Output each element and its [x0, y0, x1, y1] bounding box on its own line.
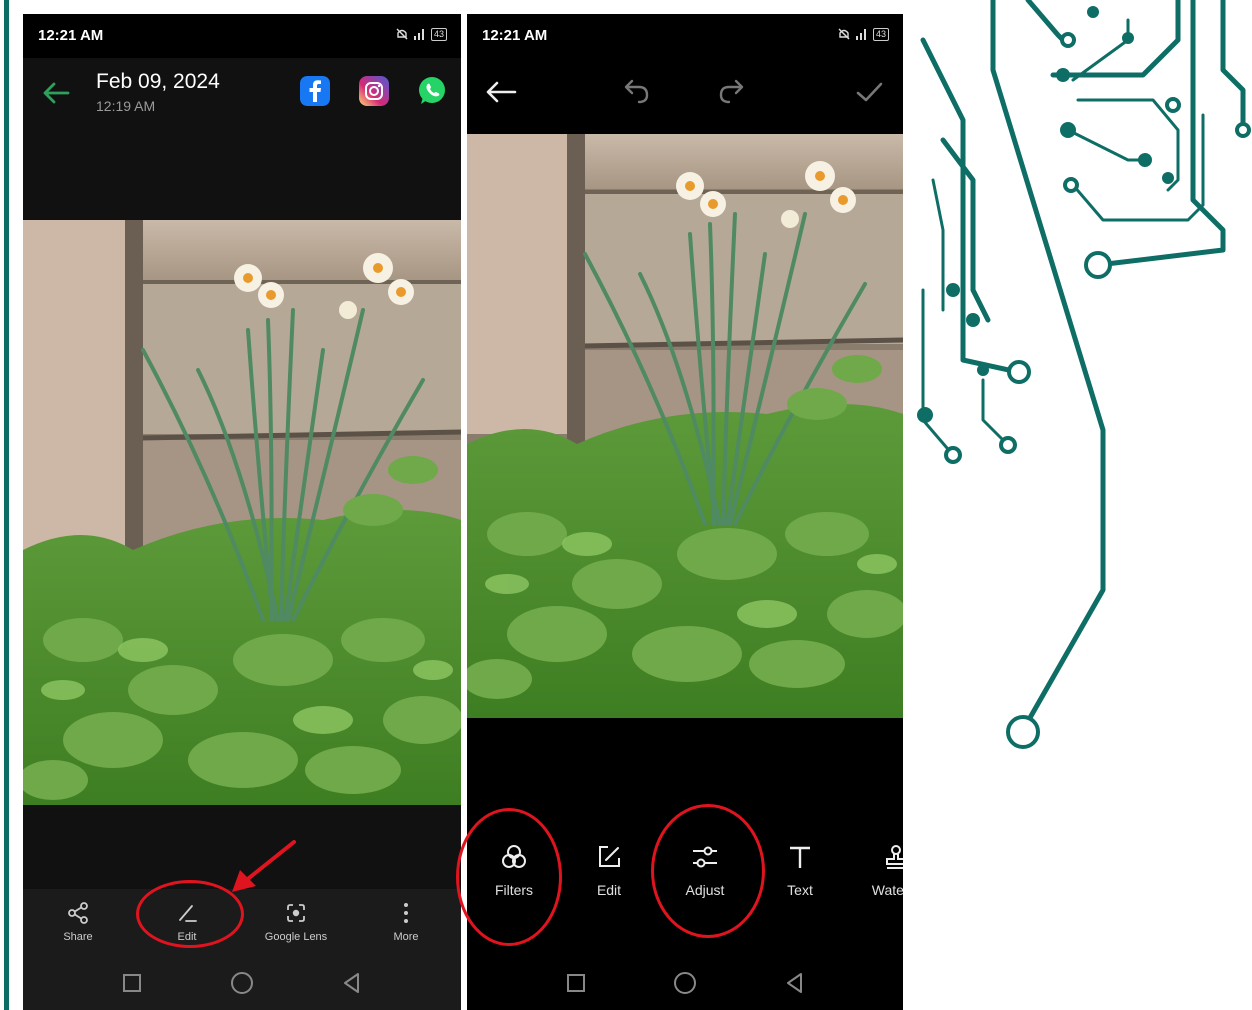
- undo-icon[interactable]: [615, 74, 655, 110]
- more-button[interactable]: More: [351, 901, 461, 943]
- photo-canvas[interactable]: [467, 134, 903, 718]
- battery-indicator: 43: [430, 27, 447, 41]
- edit-box-icon: [599, 846, 620, 867]
- edit-tool[interactable]: Edit: [564, 842, 654, 898]
- confirm-check-icon[interactable]: [849, 74, 889, 110]
- facebook-icon[interactable]: [300, 76, 330, 106]
- recent-apps-icon[interactable]: [117, 968, 147, 998]
- system-nav-bar: [467, 958, 903, 1010]
- signal-icon: [855, 29, 866, 40]
- signal-icon: [413, 29, 424, 40]
- status-time: 12:21 AM: [38, 27, 104, 44]
- status-time: 12:21 AM: [482, 27, 548, 44]
- home-icon[interactable]: [670, 968, 700, 998]
- photo-preview[interactable]: [23, 220, 461, 805]
- status-bar: 12:21 AM 43: [467, 14, 903, 58]
- photo-date: Feb 09, 2024: [96, 70, 220, 93]
- watermark-tool[interactable]: Waterm: [851, 842, 903, 898]
- system-nav-bar: [23, 958, 461, 1010]
- more-vertical-icon: [404, 903, 408, 923]
- whatsapp-icon[interactable]: [417, 76, 447, 106]
- left-border-strip: [0, 0, 14, 1010]
- more-label: More: [393, 931, 419, 943]
- edit-label: Edit: [596, 882, 622, 898]
- redo-icon[interactable]: [713, 74, 753, 110]
- photo-header: Feb 09, 2024 12:19 AM: [23, 58, 461, 220]
- daffodil-photo: [23, 220, 461, 805]
- recent-apps-icon[interactable]: [561, 968, 591, 998]
- red-arrow-annotation: [232, 840, 296, 892]
- adjust-highlight-circle: [651, 804, 765, 938]
- back-arrow-icon[interactable]: [41, 80, 71, 106]
- instagram-icon[interactable]: [359, 76, 389, 106]
- share-button[interactable]: Share: [23, 901, 133, 943]
- back-nav-icon[interactable]: [337, 968, 367, 998]
- watermark-label: Waterm: [871, 882, 903, 898]
- google-lens-label: Google Lens: [264, 931, 328, 943]
- back-nav-icon[interactable]: [780, 968, 810, 998]
- text-icon: [790, 846, 810, 868]
- photo-time: 12:19 AM: [96, 98, 156, 114]
- mute-bell-icon: [838, 28, 850, 40]
- filters-highlight-circle: [456, 808, 562, 946]
- back-arrow-icon[interactable]: [481, 74, 521, 110]
- battery-indicator: 43: [872, 27, 889, 41]
- daffodil-photo: [467, 134, 903, 718]
- home-icon[interactable]: [227, 968, 257, 998]
- google-lens-button[interactable]: Google Lens: [241, 901, 351, 943]
- share-icon: [68, 902, 88, 924]
- status-bar: 12:21 AM 43: [23, 14, 461, 58]
- text-label: Text: [787, 882, 813, 898]
- google-lens-icon: [287, 904, 305, 922]
- mute-bell-icon: [396, 28, 408, 40]
- text-tool[interactable]: Text: [755, 842, 845, 898]
- watermark-stamp-icon: [886, 845, 903, 869]
- share-label: Share: [63, 931, 93, 943]
- circuit-decoration: [917, 0, 1251, 749]
- editor-top-bar: [467, 58, 903, 134]
